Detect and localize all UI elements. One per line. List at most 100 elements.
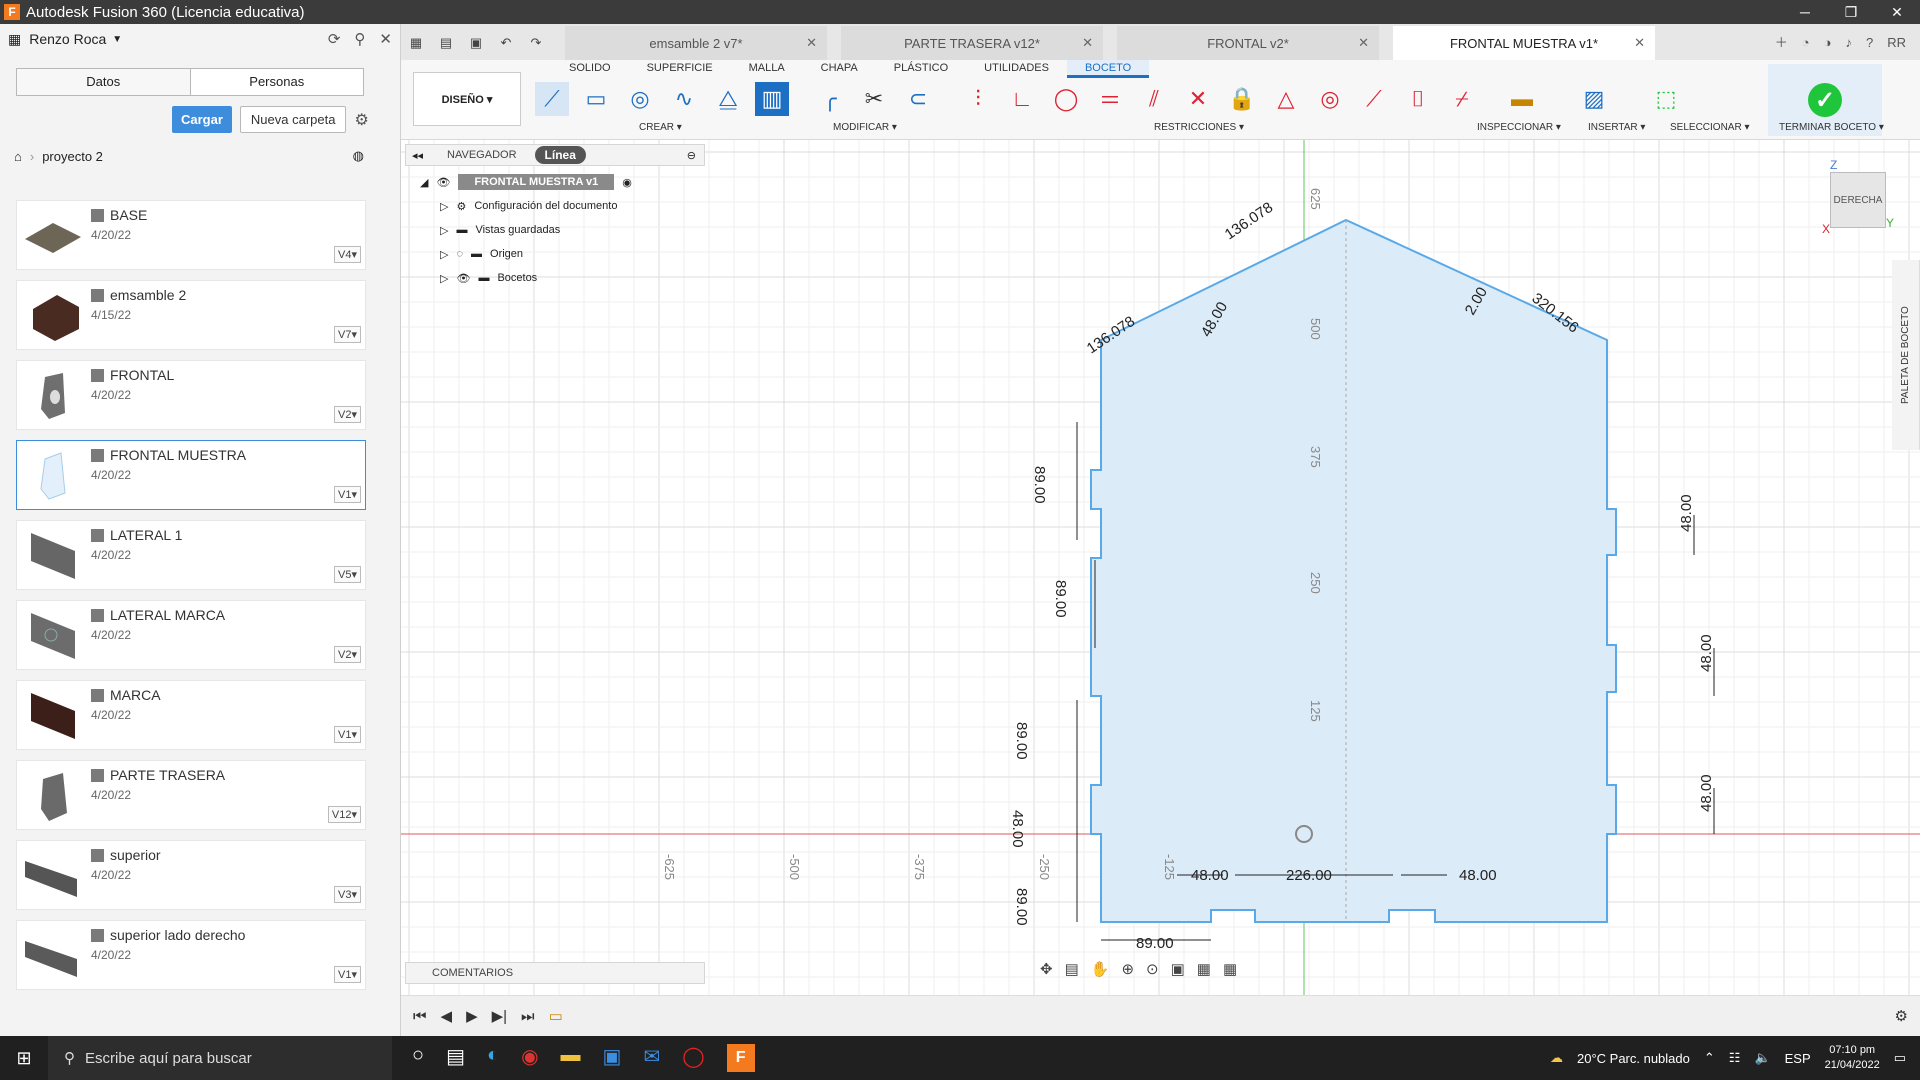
- user-name[interactable]: Renzo Roca: [29, 31, 106, 47]
- opera-icon[interactable]: ◯: [682, 1044, 704, 1072]
- list-item[interactable]: LATERAL 1 4/20/22 V5▾: [16, 520, 366, 590]
- apps-grid-icon[interactable]: ▦: [401, 26, 431, 60]
- weather-icon[interactable]: ☁: [1550, 1050, 1563, 1066]
- extensions-icon[interactable]: ◔: [1802, 26, 1810, 60]
- display-settings-icon[interactable]: ▣: [1171, 960, 1185, 978]
- coincident-icon[interactable]: ∟: [1005, 82, 1039, 116]
- tab-superficie[interactable]: SUPERFICIE: [629, 60, 731, 78]
- minus-icon[interactable]: ⊖: [687, 149, 696, 162]
- close-icon[interactable]: ✕: [1634, 35, 1645, 51]
- version-badge[interactable]: V1▾: [334, 486, 361, 503]
- group-insertar[interactable]: INSERTAR ▾: [1588, 122, 1645, 133]
- weather-text[interactable]: 20°C Parc. nublado: [1577, 1051, 1690, 1066]
- tab-malla[interactable]: MALLA: [731, 60, 803, 78]
- version-badge[interactable]: V2▾: [334, 646, 361, 663]
- job-status-icon[interactable]: ◑: [1824, 26, 1832, 60]
- dimension-tool-icon[interactable]: ⫶: [961, 82, 995, 116]
- version-badge[interactable]: V5▾: [334, 566, 361, 583]
- save-icon[interactable]: ▣: [461, 26, 491, 60]
- group-crear[interactable]: CREAR ▾: [639, 122, 682, 133]
- tab-boceto[interactable]: BOCETO: [1066, 60, 1150, 78]
- restore-icon[interactable]: ❐: [1828, 0, 1874, 24]
- file-menu-icon[interactable]: ▤: [431, 26, 461, 60]
- tree-item[interactable]: ▷ ▬ Vistas guardadas: [440, 218, 632, 242]
- chevron-down-icon[interactable]: ▼: [112, 34, 122, 45]
- tree-item[interactable]: ▷ 👁 ▬ Bocetos: [440, 266, 632, 290]
- measure-icon[interactable]: ▬: [1505, 82, 1539, 116]
- redo-icon[interactable]: ↷: [521, 26, 551, 60]
- search-icon[interactable]: ⚲: [354, 30, 365, 48]
- taskbar-search[interactable]: ⚲ Escribe aquí para buscar: [48, 1036, 392, 1080]
- list-item[interactable]: FRONTAL MUESTRA 4/20/22 V1▾: [16, 440, 366, 510]
- prev-icon[interactable]: ◀: [441, 1007, 453, 1025]
- fillet-tool-icon[interactable]: ╭: [813, 82, 847, 116]
- collapse-icon[interactable]: ◂◂: [412, 149, 423, 162]
- orbit-icon[interactable]: ✥: [1040, 960, 1053, 978]
- help-icon[interactable]: ?: [1866, 26, 1873, 60]
- spline-tool-icon[interactable]: ∿: [667, 82, 701, 116]
- gear-icon[interactable]: ⚙: [1895, 1007, 1908, 1025]
- parallel-icon[interactable]: ⫽: [1137, 82, 1171, 116]
- group-restricciones[interactable]: RESTRICCIONES ▾: [1154, 122, 1244, 133]
- first-icon[interactable]: ⏮: [413, 1008, 427, 1025]
- pan-icon[interactable]: ✋: [1091, 960, 1110, 978]
- sketch-feature-icon[interactable]: ▭: [549, 1007, 563, 1025]
- store-icon[interactable]: ▣: [603, 1044, 622, 1072]
- last-icon[interactable]: ⏭: [521, 1008, 535, 1025]
- explorer-icon[interactable]: ▬: [561, 1044, 581, 1072]
- workspace-selector[interactable]: DISEÑO ▾: [413, 72, 521, 126]
- symmetry-icon[interactable]: ⌷: [1401, 82, 1435, 116]
- volume-icon[interactable]: 🔈: [1754, 1050, 1770, 1066]
- tab-parte-trasera[interactable]: PARTE TRASERA v12* ✕: [841, 26, 1103, 60]
- offset-tool-icon[interactable]: ⊂: [901, 82, 935, 116]
- windows-start-icon[interactable]: ⊞: [0, 1048, 48, 1069]
- tab-frontal[interactable]: FRONTAL v2* ✕: [1117, 26, 1379, 60]
- tangent-icon[interactable]: ◯: [1049, 82, 1083, 116]
- avatar[interactable]: RR: [1887, 26, 1906, 60]
- undo-icon[interactable]: ↶: [491, 26, 521, 60]
- line-tool-icon[interactable]: ⟋: [535, 82, 569, 116]
- list-item[interactable]: emsamble 2 4/15/22 V7▾: [16, 280, 366, 350]
- network-icon[interactable]: ☷: [1729, 1050, 1741, 1066]
- curvature-icon[interactable]: ⌿: [1445, 82, 1479, 116]
- tab-datos[interactable]: Datos: [17, 69, 191, 95]
- play-icon[interactable]: ▶: [466, 1007, 478, 1025]
- home-icon[interactable]: ⌂: [14, 149, 22, 164]
- insert-image-icon[interactable]: ▨: [1577, 82, 1611, 116]
- game-icon[interactable]: ◉: [521, 1044, 538, 1072]
- expand-triangle-icon[interactable]: ▷: [440, 200, 448, 213]
- look-at-icon[interactable]: ▤: [1065, 960, 1079, 978]
- version-badge[interactable]: V3▾: [334, 886, 361, 903]
- tab-utilidades[interactable]: UTILIDADES: [966, 60, 1067, 78]
- language[interactable]: ESP: [1785, 1051, 1811, 1066]
- minimize-icon[interactable]: ─: [1782, 0, 1828, 24]
- list-item[interactable]: superior 4/20/22 V3▾: [16, 840, 366, 910]
- close-icon[interactable]: ✕: [806, 35, 817, 51]
- viewcube[interactable]: DERECHA: [1830, 172, 1886, 228]
- zoom-icon[interactable]: ⊕: [1121, 960, 1134, 978]
- list-item[interactable]: FRONTAL 4/20/22 V2▾: [16, 360, 366, 430]
- eye-hidden-icon[interactable]: ◌: [456, 248, 463, 260]
- new-tab-icon[interactable]: ＋: [1775, 26, 1788, 60]
- version-badge[interactable]: V1▾: [334, 966, 361, 983]
- tab-chapa[interactable]: CHAPA: [803, 60, 876, 78]
- tree-item[interactable]: ▷ ◌ ▬ Origen: [440, 242, 632, 266]
- root-component[interactable]: FRONTAL MUESTRA v1: [458, 174, 615, 190]
- version-badge[interactable]: V7▾: [334, 326, 361, 343]
- version-badge[interactable]: V12▾: [327, 806, 361, 823]
- concentric-icon[interactable]: ◎: [1313, 82, 1347, 116]
- list-item[interactable]: PARTE TRASERA 4/20/22 V12▾: [16, 760, 366, 830]
- task-view-icon[interactable]: ▤: [446, 1044, 465, 1072]
- grid-settings-icon[interactable]: ▦: [1197, 960, 1211, 978]
- notification-center-icon[interactable]: ▭: [1894, 1050, 1906, 1066]
- expand-triangle-icon[interactable]: ▷: [440, 224, 448, 237]
- next-icon[interactable]: ▶|: [492, 1007, 507, 1025]
- equal-icon[interactable]: ＝: [1093, 82, 1127, 116]
- tab-frontal-muestra[interactable]: FRONTAL MUESTRA v1* ✕: [1393, 26, 1655, 60]
- trim-tool-icon[interactable]: ✂: [857, 82, 891, 116]
- triangle-constraint-icon[interactable]: △: [1269, 82, 1303, 116]
- edge-icon[interactable]: ◐: [487, 1044, 499, 1072]
- perpendicular-icon[interactable]: ✕: [1181, 82, 1215, 116]
- tab-emsamble[interactable]: emsamble 2 v7* ✕: [565, 26, 827, 60]
- select-icon[interactable]: ⬚: [1649, 82, 1683, 116]
